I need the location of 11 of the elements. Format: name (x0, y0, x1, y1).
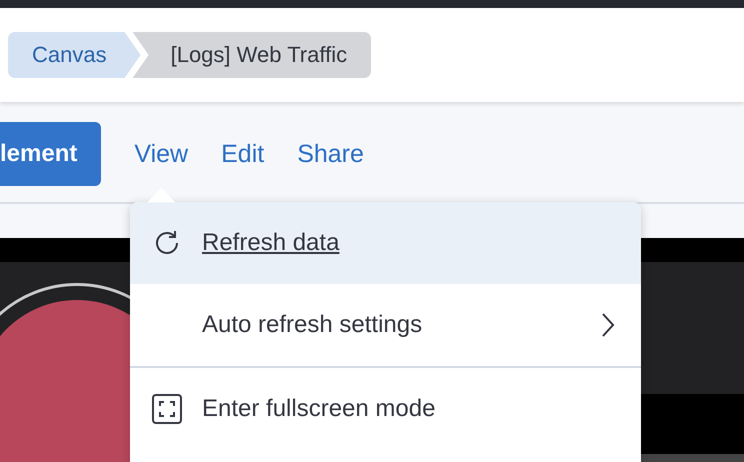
menu-tab[interactable]: Edit (221, 140, 264, 168)
fullscreen-icon (152, 394, 182, 424)
chevron-right-icon (601, 312, 615, 338)
menu-item[interactable]: Refresh data (130, 202, 641, 284)
add-element-button[interactable]: lement (0, 122, 102, 186)
menu-item[interactable]: Auto refresh settings (130, 284, 641, 366)
menu-tab[interactable]: Share (297, 140, 364, 168)
breadcrumb[interactable]: [Logs] Web Traffic (132, 32, 372, 78)
breadcrumb[interactable]: Canvas (8, 32, 141, 78)
menu-item[interactable]: Enter fullscreen mode (130, 368, 641, 450)
menu-tab[interactable]: View (134, 140, 188, 168)
